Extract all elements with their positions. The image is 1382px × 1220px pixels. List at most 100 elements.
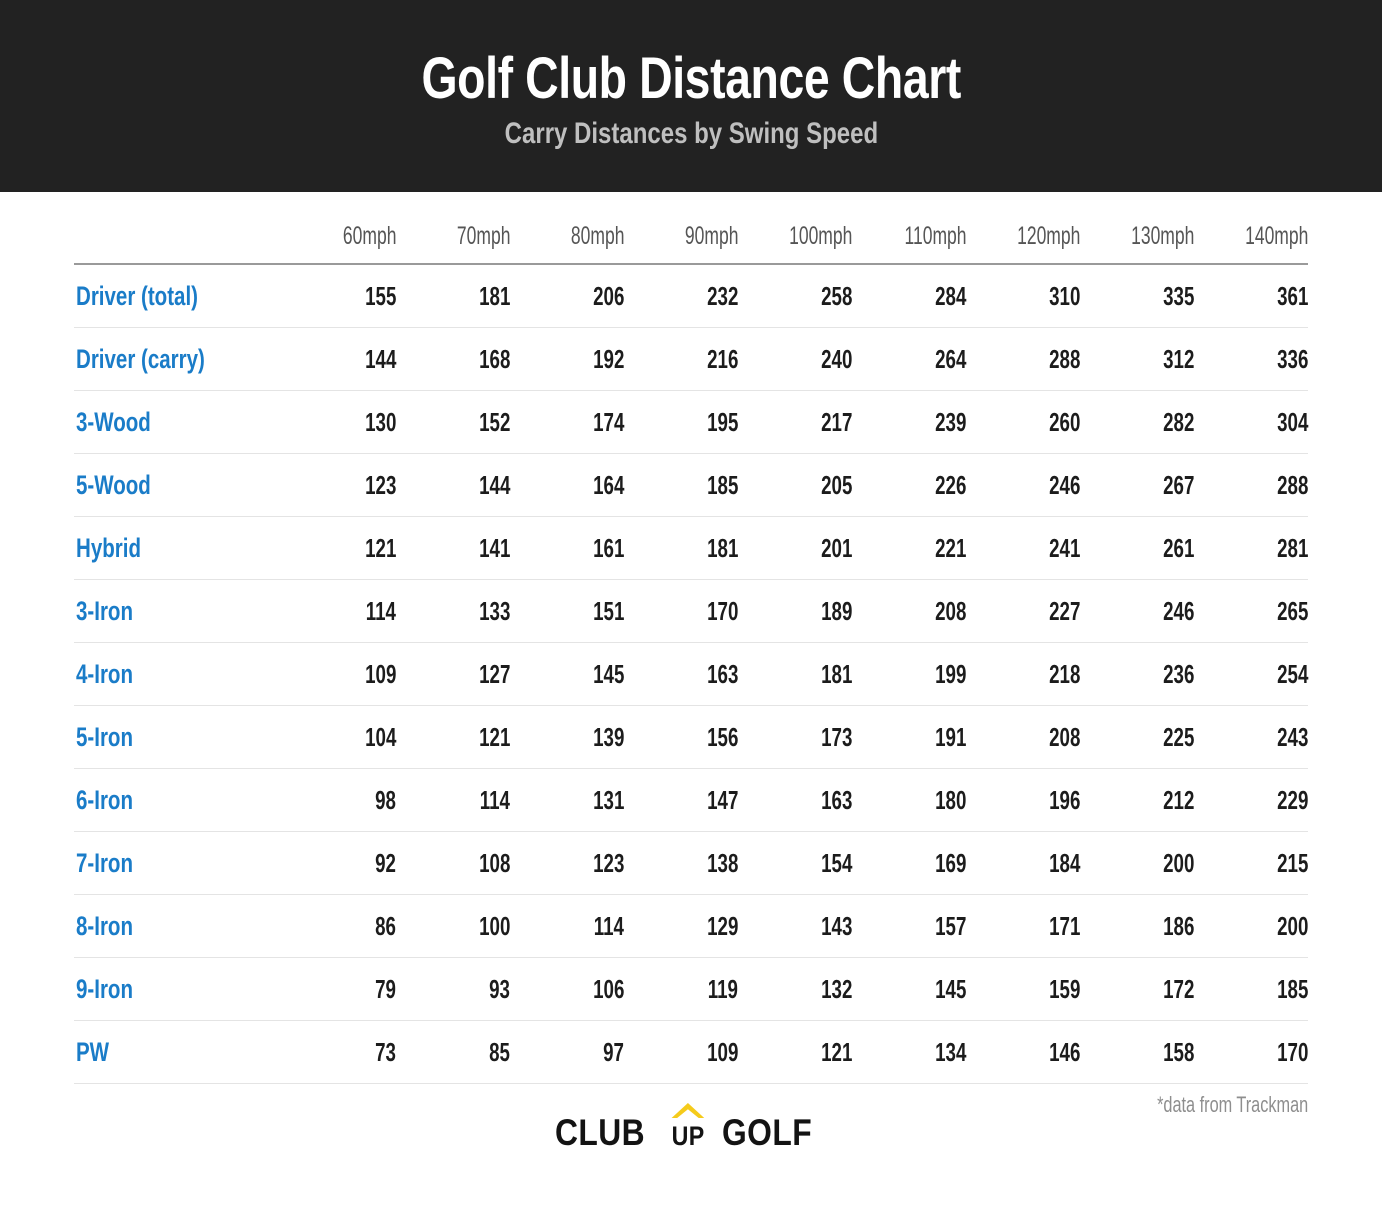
distance-cell: 121 [738, 1020, 852, 1084]
distance-value: 254 [1276, 658, 1308, 689]
distance-cell: 196 [966, 768, 1080, 832]
column-header-speed-140mph: 140mph [1194, 222, 1308, 265]
distance-value: 185 [1276, 973, 1308, 1004]
distance-value: 195 [706, 406, 738, 437]
distance-cell: 173 [738, 705, 852, 769]
distance-value: 225 [1162, 721, 1194, 752]
distance-cell: 186 [1080, 894, 1194, 958]
distance-cell: 189 [738, 579, 852, 643]
distance-cell: 282 [1080, 390, 1194, 454]
distance-cell: 109 [282, 642, 396, 706]
distance-cell: 216 [624, 327, 738, 391]
club-name-label: 3-Wood [76, 406, 151, 437]
distance-cell: 261 [1080, 516, 1194, 580]
distance-value: 186 [1162, 910, 1194, 941]
distance-value: 236 [1162, 658, 1194, 689]
distance-cell: 154 [738, 831, 852, 895]
distance-cell: 131 [510, 768, 624, 832]
distance-cell: 239 [852, 390, 966, 454]
distance-value: 192 [592, 343, 624, 374]
distance-cell: 161 [510, 516, 624, 580]
column-header-speed-60mph: 60mph [282, 222, 396, 265]
distance-value: 86 [375, 910, 396, 941]
table-row: 3-Iron 114 133 151 170 189 208 227 246 265 [74, 579, 1308, 643]
distance-cell: 85 [396, 1020, 510, 1084]
distance-value: 173 [820, 721, 852, 752]
distance-value: 139 [592, 721, 624, 752]
distance-value: 127 [478, 658, 510, 689]
distance-cell: 281 [1194, 516, 1308, 580]
distance-value: 335 [1162, 280, 1194, 311]
table-row: Driver (carry) 144 168 192 216 240 264 288 312 33… [74, 327, 1308, 391]
distance-value: 361 [1276, 280, 1308, 311]
distance-value: 310 [1048, 280, 1080, 311]
distance-cell: 168 [396, 327, 510, 391]
distance-value: 163 [820, 784, 852, 815]
distance-cell: 138 [624, 831, 738, 895]
club-name-label: 9-Iron [76, 973, 134, 1004]
distance-cell: 265 [1194, 579, 1308, 643]
page-title: Golf Club Distance Chart [421, 45, 961, 111]
distance-value: 200 [1276, 910, 1308, 941]
distance-value: 191 [934, 721, 966, 752]
distance-cell: 146 [966, 1020, 1080, 1084]
table-row: Hybrid 121 141 161 181 201 221 241 261 281 [74, 516, 1308, 580]
distance-cell: 169 [852, 831, 966, 895]
distance-cell: 191 [852, 705, 966, 769]
distance-cell: 114 [282, 579, 396, 643]
distance-value: 164 [592, 469, 624, 500]
club-name-cell: 4-Iron [74, 642, 282, 706]
distance-cell: 141 [396, 516, 510, 580]
distance-cell: 185 [624, 453, 738, 517]
table-row: PW 73 85 97 109 121 134 146 158 170 [74, 1020, 1308, 1084]
club-name-label: 7-Iron [76, 847, 134, 878]
distance-cell: 227 [966, 579, 1080, 643]
distance-value: 151 [592, 595, 624, 626]
distance-cell: 181 [738, 642, 852, 706]
distance-cell: 156 [624, 705, 738, 769]
distance-value: 200 [1162, 847, 1194, 878]
distance-cell: 199 [852, 642, 966, 706]
page-footer: *data from Trackman CLUB UP GOLF [0, 1084, 1382, 1196]
column-header-speed-100mph: 100mph [738, 222, 852, 265]
distance-value: 93 [489, 973, 510, 1004]
logo-word-up: UP [669, 1103, 707, 1152]
distance-value: 240 [820, 343, 852, 374]
distance-cell: 109 [624, 1020, 738, 1084]
distance-value: 261 [1162, 532, 1194, 563]
distance-cell: 260 [966, 390, 1080, 454]
distance-cell: 335 [1080, 264, 1194, 328]
distance-cell: 119 [624, 957, 738, 1021]
distance-value: 85 [489, 1036, 510, 1067]
distance-cell: 361 [1194, 264, 1308, 328]
club-name-cell: 9-Iron [74, 957, 282, 1021]
distance-cell: 264 [852, 327, 966, 391]
distance-value: 168 [478, 343, 510, 374]
distance-value: 134 [934, 1036, 966, 1067]
distance-cell: 181 [624, 516, 738, 580]
club-name-cell: 3-Wood [74, 390, 282, 454]
distance-value: 144 [364, 343, 396, 374]
distance-value: 229 [1276, 784, 1308, 815]
distance-cell: 104 [282, 705, 396, 769]
distance-value: 104 [364, 721, 396, 752]
distance-cell: 145 [852, 957, 966, 1021]
club-name-cell: 6-Iron [74, 768, 282, 832]
brand-logo[interactable]: CLUB UP GOLF [0, 1103, 1382, 1154]
distance-cell: 229 [1194, 768, 1308, 832]
distance-value: 123 [364, 469, 396, 500]
page-header: Golf Club Distance Chart Carry Distances… [0, 0, 1382, 192]
distance-cell: 246 [1080, 579, 1194, 643]
column-header-label: 90mph [684, 222, 738, 250]
club-name-cell: Hybrid [74, 516, 282, 580]
column-header-label: 80mph [570, 222, 624, 250]
distance-value: 147 [706, 784, 738, 815]
distance-value: 174 [592, 406, 624, 437]
distance-cell: 106 [510, 957, 624, 1021]
column-header-label: 140mph [1244, 222, 1308, 250]
distance-cell: 127 [396, 642, 510, 706]
club-name-cell: 3-Iron [74, 579, 282, 643]
distance-cell: 258 [738, 264, 852, 328]
distance-cell: 288 [966, 327, 1080, 391]
distance-value: 243 [1276, 721, 1308, 752]
